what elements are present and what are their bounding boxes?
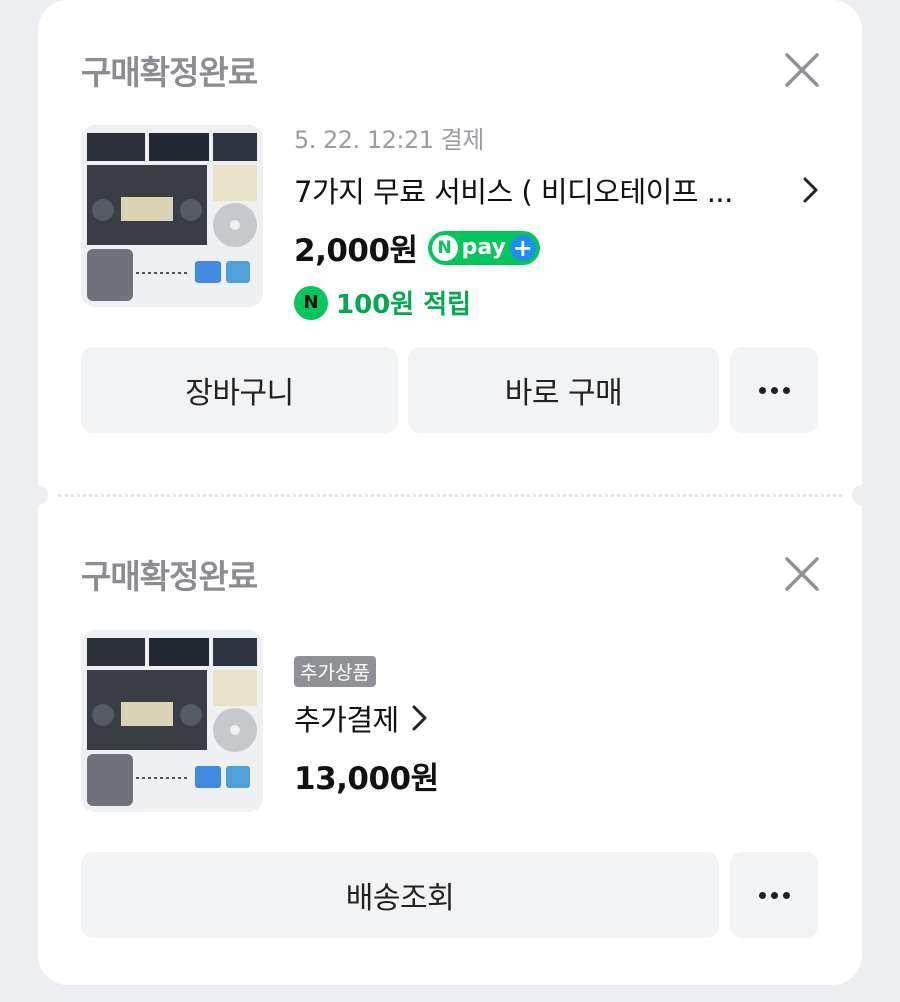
product-thumbnail[interactable]	[81, 630, 263, 812]
order-status: 구매확정완료	[81, 53, 258, 92]
more-horizontal-icon[interactable]	[730, 347, 818, 433]
reward-text: 100원 적립	[336, 290, 472, 320]
price-row: 13,000원	[294, 753, 822, 798]
tracking-button[interactable]: 배송조회	[81, 852, 719, 938]
product-price: 13,000원	[294, 761, 439, 797]
reward-row: N 100원 적립	[294, 284, 822, 321]
cart-button[interactable]: 장바구니	[81, 347, 398, 433]
product-price: 2,000원	[294, 233, 418, 269]
product-title-link[interactable]: 추가결제	[294, 697, 822, 739]
naver-points-icon: N	[294, 285, 328, 320]
section-divider	[38, 485, 862, 505]
product-title: 추가결제	[294, 703, 399, 737]
product-title-link[interactable]: 7가지 무료 서비스 ( 비디오테이프 ...	[294, 169, 822, 211]
chevron-right-icon	[803, 177, 818, 203]
more-horizontal-icon[interactable]	[730, 852, 818, 938]
order-status: 구매확정완료	[81, 557, 258, 596]
close-icon[interactable]	[782, 50, 822, 90]
product-title: 7가지 무료 서비스 ( 비디오테이프 ...	[294, 175, 733, 209]
product-info: 5. 22. 12:21 결제 7가지 무료 서비스 ( 비디오테이프 ... …	[294, 120, 822, 321]
add-on-tag: 추가상품	[294, 656, 376, 687]
order-item: 구매확정완료 추가상품 추가결제 13,000원 배송조회	[38, 500, 862, 985]
product-thumbnail[interactable]	[81, 125, 263, 307]
buy-now-button[interactable]: 바로 구매	[408, 347, 719, 433]
npay-label: pay	[461, 235, 506, 260]
product-info: 추가상품 추가결제 13,000원	[294, 656, 822, 798]
order-list-card: 구매확정완료 5. 22. 12:21 결제 7가지 무료 서비스 (비디오테…	[38, 0, 862, 985]
naver-n-icon: N	[431, 234, 458, 261]
npay-plus-badge: N pay +	[427, 230, 540, 265]
order-item: 구매확정완료 5. 22. 12:21 결제 7가지 무료 서비스 (비디오테…	[38, 0, 862, 490]
payment-date: 5. 22. 12:21 결제	[294, 126, 484, 154]
plus-icon: +	[509, 234, 536, 261]
close-icon[interactable]	[782, 554, 822, 594]
price-row: 2,000원 N pay +	[294, 225, 822, 270]
chevron-right-icon	[412, 705, 427, 731]
